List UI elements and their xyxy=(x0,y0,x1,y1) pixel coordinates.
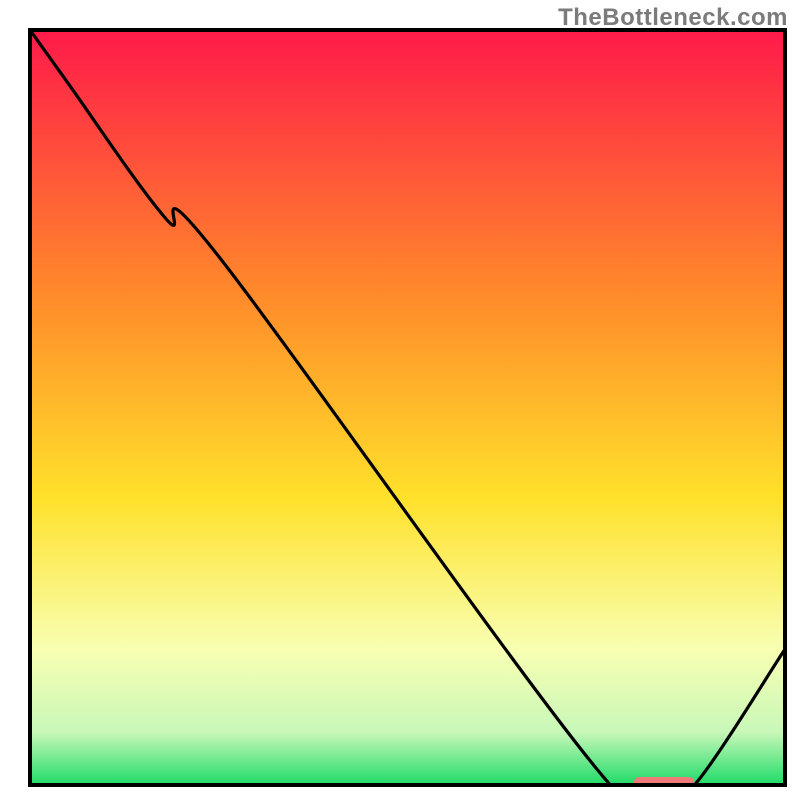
chart-frame: { "watermark": "TheBottleneck.com", "col… xyxy=(0,0,800,800)
watermark-text: TheBottleneck.com xyxy=(558,4,788,32)
bottleneck-chart xyxy=(0,0,800,800)
gradient-background xyxy=(30,30,785,785)
